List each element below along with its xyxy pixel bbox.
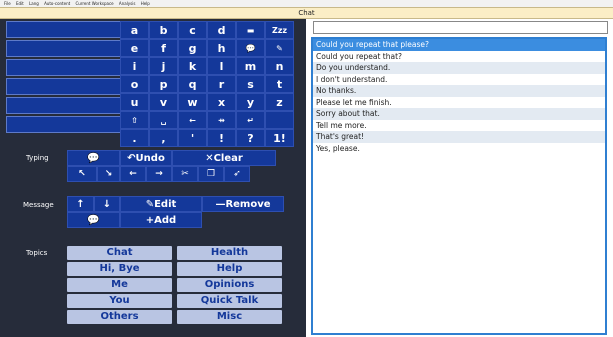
space-icon[interactable]: ␣ — [149, 111, 178, 129]
topic-opinions[interactable]: Opinions — [177, 278, 282, 292]
copy-icon[interactable]: ❐ — [198, 166, 224, 182]
cursor-right-icon[interactable]: → — [146, 166, 172, 182]
menu-bar: File Edit Lang Auto-content Current Work… — [0, 0, 613, 7]
menu-analysis[interactable]: Analysis — [119, 1, 135, 6]
key-n[interactable]: n — [265, 57, 294, 75]
empty-slot[interactable] — [6, 78, 122, 95]
key-space-bar-icon[interactable]: ▬ — [236, 21, 265, 39]
topics-label: Topics — [26, 249, 48, 257]
key-apostrophe[interactable]: ' — [178, 129, 207, 147]
speak-typing-button[interactable]: 💬 — [67, 150, 120, 166]
empty-slot[interactable] — [6, 116, 122, 133]
cursor-left-icon[interactable]: ← — [120, 166, 146, 182]
key-a[interactable]: a — [120, 21, 149, 39]
select-end-icon[interactable]: ↘ — [97, 166, 120, 182]
key-v[interactable]: v — [149, 93, 178, 111]
key-numbers-toggle[interactable]: 1! — [265, 129, 294, 147]
message-text-input[interactable] — [313, 21, 608, 34]
key-e[interactable]: e — [120, 39, 149, 57]
key-w[interactable]: w — [178, 93, 207, 111]
backspace-icon[interactable]: ← — [178, 111, 207, 129]
key-f[interactable]: f — [149, 39, 178, 57]
topic-you[interactable]: You — [67, 294, 172, 308]
clear-button[interactable]: ✕Clear — [172, 150, 276, 166]
undo-button[interactable]: ↶Undo — [120, 150, 172, 166]
topic-quick-talk[interactable]: Quick Talk — [177, 294, 282, 308]
key-u[interactable]: u — [120, 93, 149, 111]
typing-label: Typing — [26, 154, 49, 162]
phrase-item[interactable]: That's great! — [313, 131, 605, 143]
key-h[interactable]: h — [207, 39, 236, 57]
empty-slot[interactable] — [6, 59, 122, 76]
phrase-item[interactable]: Do you understand. — [313, 62, 605, 74]
tab-icon[interactable]: ⇸ — [207, 111, 236, 129]
key-c[interactable]: c — [178, 21, 207, 39]
phrase-item[interactable]: Yes, please. — [313, 143, 605, 155]
key-y[interactable]: y — [236, 93, 265, 111]
speak-message-button[interactable]: 💬 — [67, 212, 120, 228]
key-g[interactable]: g — [178, 39, 207, 57]
phrase-item[interactable]: Could you repeat that? — [313, 51, 605, 63]
shift-icon[interactable]: ⇧ — [120, 111, 149, 129]
move-up-button[interactable]: ↑ — [67, 196, 94, 212]
pencil-icon[interactable]: ✎ — [265, 39, 294, 57]
key-x[interactable]: x — [207, 93, 236, 111]
key-sleep[interactable]: Zzz — [265, 21, 294, 39]
enter-icon[interactable]: ↵ — [236, 111, 265, 129]
phrase-item[interactable]: Sorry about that. — [313, 108, 605, 120]
key-p[interactable]: p — [149, 75, 178, 93]
phrase-item[interactable]: Tell me more. — [313, 120, 605, 132]
control-panel: a b c d ▬ Zzz e f g h 💬 ✎ i j k l m n o … — [0, 19, 306, 337]
key-s[interactable]: s — [236, 75, 265, 93]
key-z[interactable]: z — [265, 93, 294, 111]
topic-misc[interactable]: Misc — [177, 310, 282, 324]
add-button[interactable]: +Add — [120, 212, 202, 228]
move-down-button[interactable]: ↓ — [94, 196, 120, 212]
key-d[interactable]: d — [207, 21, 236, 39]
menu-edit[interactable]: Edit — [16, 1, 24, 6]
key-exclamation[interactable]: ! — [207, 129, 236, 147]
empty-slot[interactable] — [6, 21, 122, 38]
key-comma[interactable]: , — [149, 129, 178, 147]
remove-button[interactable]: —Remove — [202, 196, 284, 212]
key-question[interactable]: ? — [236, 129, 265, 147]
window-title: Chat — [0, 7, 613, 19]
key-empty[interactable] — [265, 111, 294, 129]
key-period[interactable]: . — [120, 129, 149, 147]
key-i[interactable]: i — [120, 57, 149, 75]
edit-button[interactable]: ✎Edit — [120, 196, 202, 212]
menu-current-workspace[interactable]: Current Workspace — [75, 1, 113, 6]
paste-icon[interactable]: ➶ — [224, 166, 250, 182]
topic-help[interactable]: Help — [177, 262, 282, 276]
key-j[interactable]: j — [149, 57, 178, 75]
speech-bubble-icon[interactable]: 💬 — [236, 39, 265, 57]
topic-me[interactable]: Me — [67, 278, 172, 292]
phrase-item[interactable]: No thanks. — [313, 85, 605, 97]
topic-others[interactable]: Others — [67, 310, 172, 324]
empty-slot[interactable] — [6, 97, 122, 114]
key-r[interactable]: r — [207, 75, 236, 93]
key-b[interactable]: b — [149, 21, 178, 39]
topic-chat[interactable]: Chat — [67, 246, 172, 260]
topic-health[interactable]: Health — [177, 246, 282, 260]
phrase-item[interactable]: I don't understand. — [313, 74, 605, 86]
phrase-list[interactable]: Could you repeat that please? Could you … — [311, 37, 607, 335]
empty-slot[interactable] — [6, 40, 122, 57]
cut-icon[interactable]: ✂ — [172, 166, 198, 182]
key-k[interactable]: k — [178, 57, 207, 75]
phrase-item[interactable]: Please let me finish. — [313, 97, 605, 109]
key-t[interactable]: t — [265, 75, 294, 93]
menu-auto-content[interactable]: Auto-content — [44, 1, 70, 6]
menu-lang[interactable]: Lang — [29, 1, 39, 6]
topic-hi-bye[interactable]: Hi, Bye — [67, 262, 172, 276]
key-l[interactable]: l — [207, 57, 236, 75]
select-start-icon[interactable]: ↖ — [67, 166, 97, 182]
message-label: Message — [23, 201, 54, 209]
phrase-item[interactable]: Could you repeat that please? — [313, 39, 605, 51]
key-m[interactable]: m — [236, 57, 265, 75]
key-o[interactable]: o — [120, 75, 149, 93]
menu-help[interactable]: Help — [141, 1, 150, 6]
menu-file[interactable]: File — [4, 1, 11, 6]
key-q[interactable]: q — [178, 75, 207, 93]
